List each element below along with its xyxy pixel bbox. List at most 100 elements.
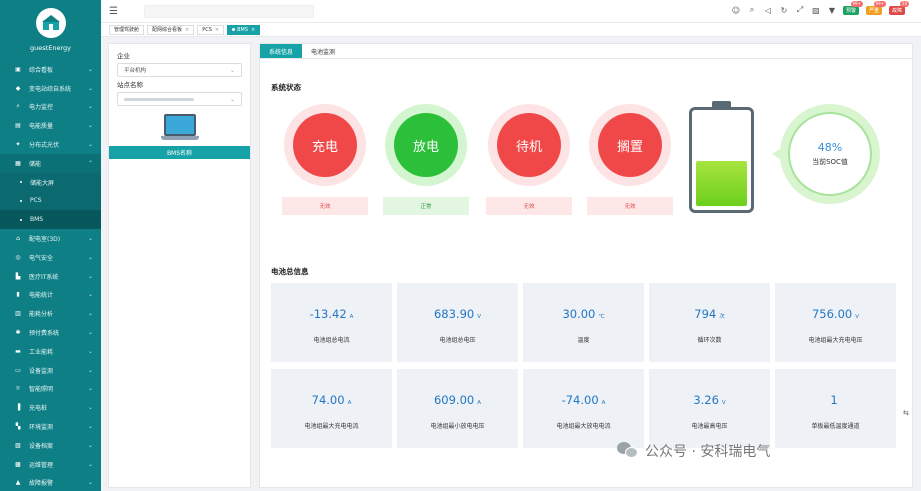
chevron-down-icon: ⌄: [87, 479, 93, 487]
close-icon[interactable]: ×: [215, 27, 219, 33]
bms-name-item[interactable]: BMS名称: [109, 146, 250, 159]
status-label: 充电: [293, 113, 357, 177]
status-item: 搁置 无效: [587, 104, 673, 215]
value-number: 74.00: [311, 393, 345, 407]
menu-icon: ⌂: [16, 235, 20, 243]
sidebar-item[interactable]: ☼ 智能照明 ⌄: [0, 380, 101, 399]
page-tab[interactable]: PCS ×: [197, 24, 225, 35]
sidebar-item[interactable]: ▥ 能耗分析 ⌄: [0, 304, 101, 323]
page-tab-label: 配网综合看板: [152, 27, 183, 33]
info-card-label: 电池组总电压: [439, 337, 476, 344]
mute-icon[interactable]: ◁: [763, 5, 773, 15]
chevron-down-icon: ⌄: [87, 366, 93, 374]
bullet-icon: [20, 199, 22, 202]
info-card: 609.00 A 电池组最小放电电压: [397, 369, 518, 448]
menu-icon: ▧: [15, 441, 21, 449]
info-card-value: -13.42 A: [310, 307, 354, 321]
menu-icon: ▦: [15, 159, 21, 167]
user-center-icon[interactable]: ☺: [731, 5, 741, 15]
company-select[interactable]: 平台机构 ⌄: [117, 63, 242, 77]
sidebar-item[interactable]: ▚ 环境监测 ⌄: [0, 417, 101, 436]
search-icon[interactable]: ⌕: [747, 5, 757, 15]
alarm-pill[interactable]: 严重 99+: [865, 0, 886, 15]
filter-panel: 企业 平台机构 ⌄ 站点名称 ⌄ BMS名称: [108, 43, 251, 488]
sidebar-item[interactable]: ⚡ 电力监控 ⌄: [0, 98, 101, 117]
sidebar-item[interactable]: ◆ 变电站综自系统 ⌄: [0, 79, 101, 98]
station-select[interactable]: ⌄: [117, 92, 242, 106]
sidebar-item[interactable]: ▣ 综合看板 ⌄: [0, 60, 101, 79]
chevron-down-icon: ⌄: [87, 141, 93, 149]
info-card-value: 74.00 A: [312, 393, 352, 407]
fullscreen-icon[interactable]: ⤢: [795, 5, 805, 15]
image-icon[interactable]: ▨: [811, 5, 821, 15]
watermark: 公众号 · 安科瑞电气: [617, 441, 770, 461]
sidebar-item[interactable]: ▦ 储能 ⌃: [0, 153, 101, 173]
chevron-down-icon: ⌄: [87, 423, 93, 431]
alarm-pill-label: 预警: [845, 7, 856, 14]
watermark-text: 公众号 · 安科瑞电气: [645, 444, 771, 460]
alarm-pill[interactable]: 故障 20: [888, 0, 909, 15]
sidebar-item[interactable]: ▤ 电能质量 ⌄: [0, 116, 101, 135]
page-tab[interactable]: 管理驾驶舱: [109, 24, 145, 35]
menu-icon: ⚡: [15, 103, 21, 111]
value-unit: A: [347, 400, 352, 406]
sidebar-item[interactable]: ⌂ 配电室(3D) ⌄: [0, 229, 101, 248]
close-icon[interactable]: ×: [251, 27, 255, 33]
sidebar-item[interactable]: PCS: [0, 191, 101, 211]
menu-icon: ▲: [15, 479, 21, 487]
battery-fill: [696, 160, 747, 206]
menu-icon: ▐: [15, 404, 21, 412]
alarm-pill[interactable]: 预警 99+: [842, 0, 863, 15]
info-card-label: 电池组最大充电电流: [304, 423, 359, 430]
menu-icon: ◎: [15, 253, 21, 261]
page-tab[interactable]: BMS ×: [227, 24, 261, 35]
logo-area: guestEnergy: [0, 0, 101, 60]
sidebar-item[interactable]: ✦ 分布式光伏 ⌄: [0, 135, 101, 154]
panel-tab[interactable]: 电池监测: [302, 44, 344, 58]
value-unit: V: [721, 400, 726, 406]
sidebar-item[interactable]: ▧ 设备档案 ⌄: [0, 436, 101, 455]
top-search-input[interactable]: [144, 5, 314, 18]
close-icon[interactable]: ×: [185, 27, 189, 33]
sidebar-item[interactable]: ▭ 设备监测 ⌄: [0, 361, 101, 380]
value-number: 756.00: [811, 307, 853, 321]
chevron-down-icon: ⌄: [87, 122, 93, 130]
sidebar-item[interactable]: ▩ 运维管理 ⌄: [0, 455, 101, 474]
side-expand-icon[interactable]: ⇆: [903, 409, 909, 417]
chevron-down-icon: ⌄: [87, 235, 93, 243]
page-tab-label: BMS: [237, 26, 249, 33]
chevron-down-icon: ⌄: [87, 65, 93, 73]
sidebar-item[interactable]: BMS: [0, 210, 101, 230]
panel-tab[interactable]: 系统信息: [260, 44, 303, 58]
chevron-down-icon: ⌄: [87, 404, 93, 412]
menu-icon: ◆: [15, 84, 21, 92]
info-card-value: 756.00 V: [812, 307, 859, 321]
sidebar-item[interactable]: 储能大屏: [0, 172, 101, 192]
status-item: 待机 无效: [486, 104, 572, 215]
alarm-pill-label: 故障: [891, 7, 902, 14]
active-dot-icon: [232, 28, 236, 31]
chevron-down-icon: ⌄: [87, 291, 93, 299]
sidebar-item[interactable]: ✱ 预付费系统 ⌄: [0, 323, 101, 342]
value-number: 794: [694, 307, 717, 321]
status-label: 搁置: [598, 113, 662, 177]
status-circle: 搁置: [589, 104, 671, 186]
hamburger-icon[interactable]: ☰: [109, 6, 118, 17]
battery-info-title: 电池总信息: [271, 267, 309, 276]
sidebar-item[interactable]: ▮ 电能统计 ⌄: [0, 286, 101, 305]
status-label: 待机: [497, 113, 561, 177]
info-card: 30.00 ℃ 温度: [523, 283, 644, 362]
alarm-count-badge: 20: [899, 0, 909, 7]
theme-shirt-icon[interactable]: ▼: [827, 5, 837, 15]
soc-gauge: 48% 当前SOC值: [772, 104, 880, 204]
chevron-down-icon: ⌄: [229, 95, 235, 103]
sidebar-item[interactable]: ◎ 电气安全 ⌄: [0, 248, 101, 267]
status-circle: 充电: [284, 104, 366, 186]
sidebar-item[interactable]: ▐ 充电桩 ⌄: [0, 398, 101, 417]
sidebar-item[interactable]: ▲ 故障报警 ⌄: [0, 474, 101, 491]
sidebar-item[interactable]: ▬ 工业能耗 ⌄: [0, 342, 101, 361]
sidebar-item[interactable]: ▙ 医疗IT系统 ⌄: [0, 267, 101, 286]
status-circle: 放电: [385, 104, 467, 186]
refresh-icon[interactable]: ↻: [779, 5, 789, 15]
page-tab[interactable]: 配网综合看板 ×: [147, 24, 195, 35]
